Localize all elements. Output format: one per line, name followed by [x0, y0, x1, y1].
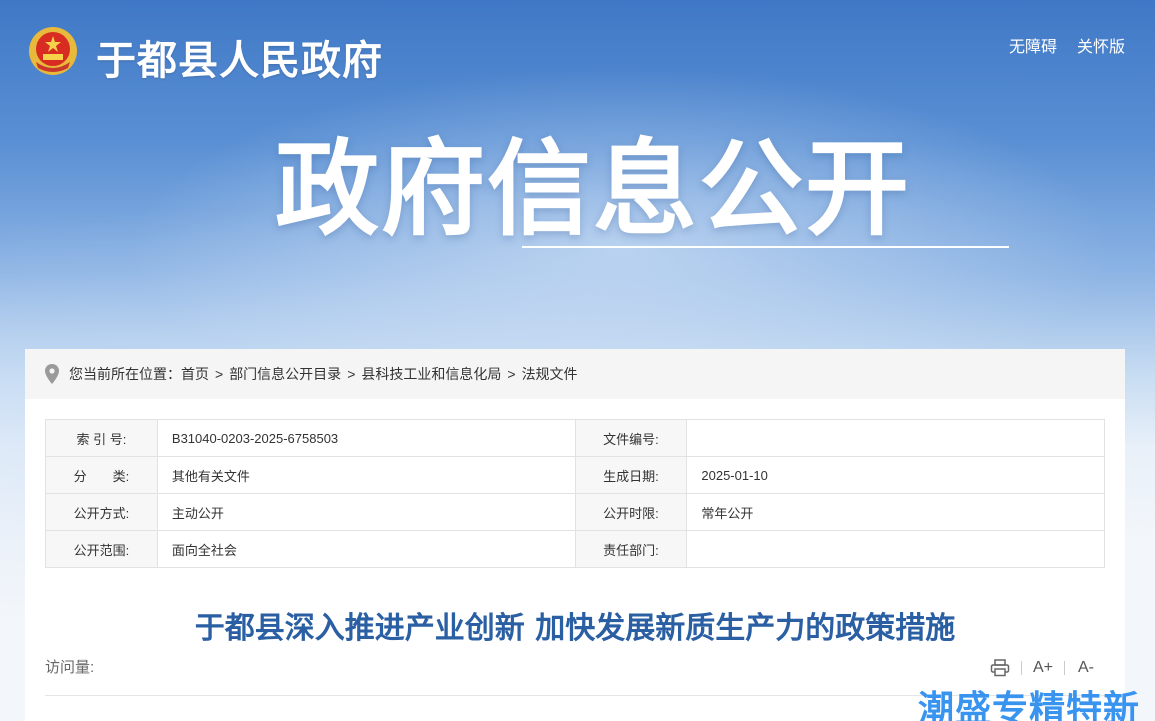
table-row: 公开范围: 面向全社会 责任部门: — [45, 530, 1105, 568]
table-row: 索 引 号: B31040-0203-2025-6758503 文件编号: — [45, 419, 1105, 457]
watermark-text: 潮盛专精特新 — [918, 689, 1141, 721]
meta-value: B31040-0203-2025-6758503 — [156, 419, 576, 457]
meta-label: 公开范围: — [45, 530, 158, 568]
font-increase-button[interactable]: A+ — [1032, 657, 1054, 679]
tool-divider — [1021, 661, 1022, 675]
meta-value — [686, 419, 1105, 457]
meta-label: 公开时限: — [574, 493, 688, 531]
meta-value: 常年公开 — [686, 493, 1105, 531]
meta-label: 生成日期: — [574, 456, 688, 494]
breadcrumb-current[interactable]: 法规文件 — [522, 364, 578, 384]
article-tools: A+ A- — [989, 657, 1097, 679]
document-meta-table: 索 引 号: B31040-0203-2025-6758503 文件编号: 分 … — [45, 419, 1105, 568]
breadcrumb-separator: > — [215, 366, 224, 382]
breadcrumb-home[interactable]: 首页 — [181, 364, 209, 384]
meta-value: 其他有关文件 — [156, 456, 576, 494]
font-decrease-button[interactable]: A- — [1075, 657, 1097, 679]
hero-underline — [522, 246, 1009, 248]
meta-label: 公开方式: — [45, 493, 158, 531]
site-header: 于都县人民政府 无障碍 关怀版 — [0, 0, 1155, 90]
elder-mode-link[interactable]: 关怀版 — [1077, 33, 1125, 57]
meta-value — [686, 530, 1105, 568]
site-title[interactable]: 于都县人民政府 — [96, 28, 383, 86]
national-emblem-icon — [29, 27, 77, 75]
breadcrumb-separator: > — [507, 366, 516, 382]
meta-label: 文件编号: — [574, 419, 688, 457]
breadcrumb-bureau[interactable]: 县科技工业和信息化局 — [361, 364, 501, 384]
meta-value: 2025-01-10 — [686, 456, 1105, 494]
visit-count-label: 访问量: — [45, 659, 95, 676]
meta-label: 责任部门: — [574, 530, 688, 568]
location-pin-icon — [45, 364, 59, 384]
content-panel: 您当前所在位置： 首页 > 部门信息公开目录 > 县科技工业和信息化局 > 法规… — [25, 349, 1125, 721]
breadcrumb: 您当前所在位置： 首页 > 部门信息公开目录 > 县科技工业和信息化局 > 法规… — [25, 349, 1125, 399]
breadcrumb-prefix: 您当前所在位置： — [69, 366, 181, 382]
tool-divider — [1064, 661, 1065, 675]
hero-title: 政府信息公开 — [275, 128, 912, 250]
breadcrumb-separator: > — [347, 366, 356, 382]
top-links: 无障碍 关怀版 — [1009, 33, 1125, 57]
article-title: 于都县深入推进产业创新 加快发展新质生产力的政策措施 — [194, 611, 956, 646]
table-row: 公开方式: 主动公开 公开时限: 常年公开 — [45, 493, 1105, 531]
print-icon[interactable] — [989, 657, 1011, 679]
meta-label: 索 引 号: — [45, 419, 158, 457]
meta-value: 面向全社会 — [156, 530, 576, 568]
meta-value: 主动公开 — [156, 493, 576, 531]
table-row: 分 类: 其他有关文件 生成日期: 2025-01-10 — [45, 456, 1105, 494]
breadcrumb-directory[interactable]: 部门信息公开目录 — [229, 364, 341, 384]
accessibility-link[interactable]: 无障碍 — [1009, 33, 1057, 57]
meta-label: 分 类: — [45, 456, 158, 494]
